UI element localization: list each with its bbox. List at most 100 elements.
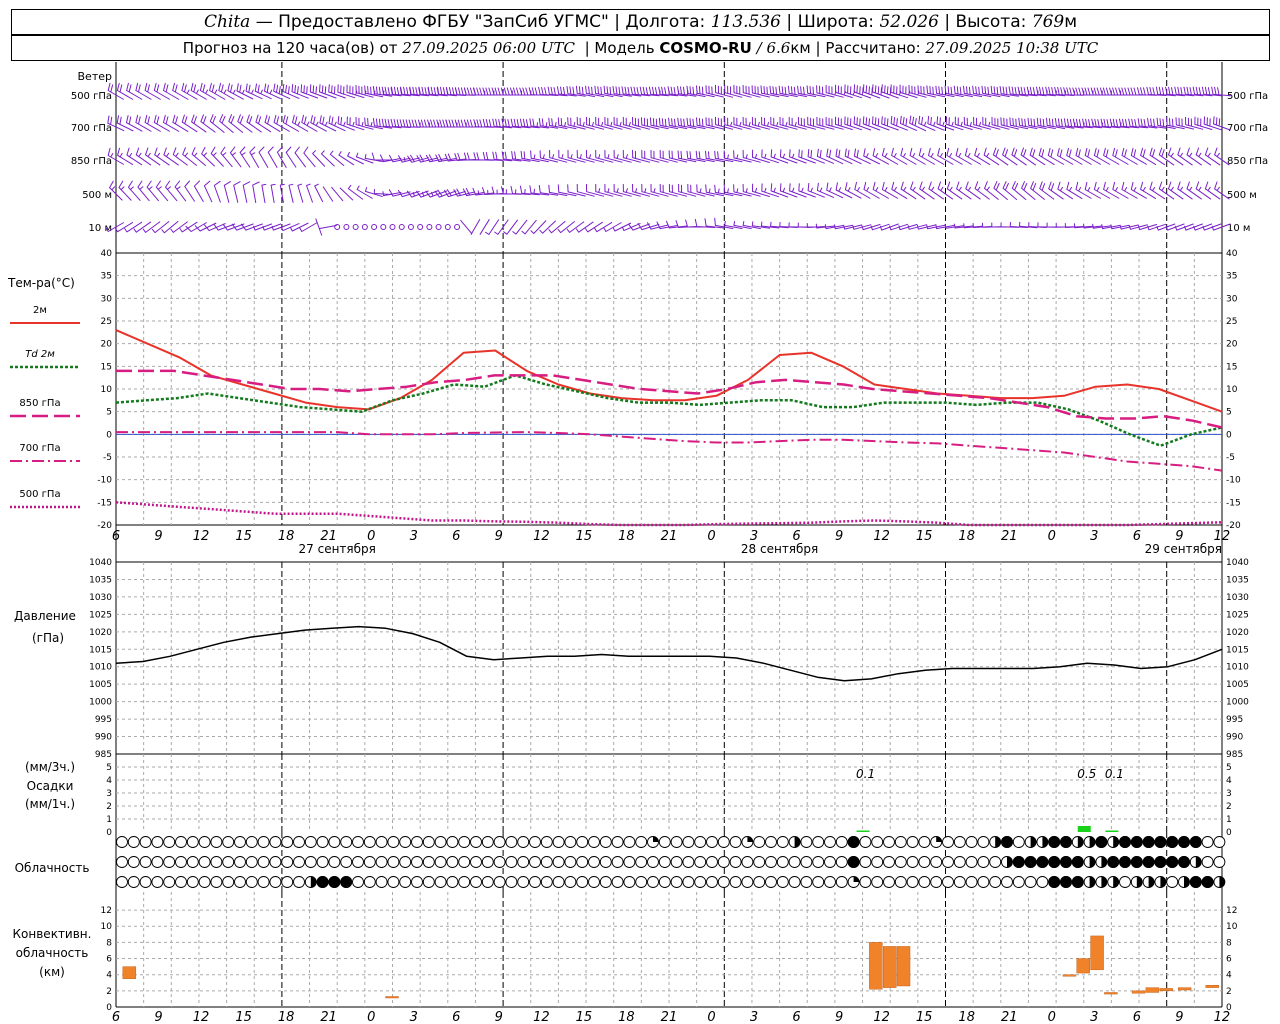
- cloud-symbol: [281, 836, 294, 848]
- cloud-symbol: [198, 856, 211, 868]
- cloud-symbol: [493, 836, 506, 848]
- cloud-symbol: [894, 836, 907, 848]
- time-tick-label: 15: [235, 529, 252, 544]
- cloud-symbol-fill: [1007, 856, 1013, 868]
- pressure-tick-label-right: 1000: [1226, 698, 1249, 708]
- cloud-symbol: [446, 876, 459, 888]
- cloud-symbol: [682, 876, 695, 888]
- cloud-symbol: [127, 836, 140, 848]
- wind-barb: [280, 222, 300, 232]
- cloud-symbol: [422, 856, 435, 868]
- convective-bar: [883, 946, 897, 988]
- calm-wind-circle: [361, 224, 368, 230]
- cloud-symbol: [859, 836, 872, 848]
- cloud-symbol: [800, 856, 813, 868]
- cloud-symbol: [175, 876, 187, 888]
- cloud-symbol: [788, 876, 801, 888]
- cloud-symbol: [293, 856, 305, 868]
- cloud-symbol-fill: [1036, 856, 1049, 868]
- cloud-symbol: [186, 876, 199, 888]
- cloud-symbol: [340, 856, 353, 868]
- cloud-symbol: [411, 856, 423, 868]
- time-tick-label-bottom: 15: [235, 1010, 252, 1024]
- cloud-symbol: [139, 836, 152, 848]
- precip-value-label: 0.1: [1105, 767, 1124, 781]
- convective-tick-label-right: 10: [1226, 922, 1238, 932]
- cloud-symbol: [505, 876, 518, 888]
- cloud-symbol: [387, 836, 400, 848]
- cloud-symbol: [883, 836, 895, 848]
- wind-barb: [229, 146, 242, 168]
- cloud-symbol-fill: [1178, 836, 1190, 848]
- wind-barb: [621, 222, 641, 232]
- meteogram: Ветер 500 гПа 500 гПа 700 гПа 700 гПа 850 гПа…: [7, 62, 1268, 1024]
- cloud-symbol: [835, 836, 848, 848]
- cloud-symbol: [139, 856, 152, 868]
- cloud-symbol: [576, 876, 589, 888]
- cloud-symbol: [198, 876, 211, 888]
- cloud-symbol: [493, 876, 506, 888]
- time-tick-label: 12: [533, 529, 550, 544]
- precip-title: Осадки: [27, 779, 74, 793]
- cloud-symbol: [163, 856, 176, 868]
- cloud-symbol-fill: [1042, 836, 1048, 848]
- time-tick-label-bottom: 18: [278, 1010, 295, 1024]
- cloud-symbol: [611, 856, 624, 868]
- wind-barb: [312, 150, 326, 167]
- precip-tick-label: 2: [106, 802, 112, 812]
- time-tick-label-bottom: 21: [320, 1010, 337, 1024]
- cloud-symbol: [1201, 836, 1214, 848]
- precip-bar: [856, 830, 870, 832]
- temp-tick-label: 30: [101, 294, 113, 304]
- wind-barb: [285, 146, 297, 168]
- temp-tick-label-right: 0: [1226, 430, 1232, 440]
- cloud-symbol: [953, 856, 966, 868]
- time-tick-label: 12: [193, 529, 210, 544]
- cloud-symbol: [729, 836, 742, 848]
- time-tick-label: 6: [112, 529, 120, 544]
- temp-tick-label-right: 10: [1226, 385, 1238, 395]
- precip-tick-label: 1: [106, 815, 112, 825]
- calm-wind-circle: [426, 224, 433, 230]
- pressure-tick-label: 1020: [89, 628, 112, 638]
- cloud-symbol: [458, 856, 471, 868]
- pressure-tick-label: 1005: [89, 680, 112, 690]
- cloud-symbol: [824, 856, 836, 868]
- cloud-symbol: [517, 856, 530, 868]
- legend-label: 2м: [33, 305, 47, 316]
- pressure-tick-label: 1010: [89, 663, 112, 673]
- cloud-symbol: [234, 876, 246, 888]
- cloud-symbol: [529, 856, 541, 868]
- time-tick-label: 3: [1090, 529, 1098, 544]
- cloud-symbol: [741, 856, 754, 868]
- cloud-symbol: [564, 856, 577, 868]
- cloud-symbol-fill: [1089, 836, 1096, 848]
- cloud-symbol: [576, 836, 589, 848]
- wind-barb: [118, 180, 132, 201]
- time-tick-label: 15: [576, 529, 593, 544]
- cloud-symbol-fill: [1142, 856, 1155, 868]
- wind-barb: [210, 146, 224, 167]
- cloud-symbol: [647, 856, 659, 868]
- cloud-symbol: [812, 856, 825, 868]
- wind-barb: [270, 183, 276, 203]
- convective-tick-label: 2: [106, 987, 112, 997]
- wind-barb: [233, 181, 241, 203]
- time-tick-label-bottom: 15: [576, 1010, 593, 1024]
- cloud-symbol: [824, 836, 836, 848]
- pressure-tick-label-right: 1010: [1226, 663, 1249, 673]
- precip-tick-label-right: 5: [1226, 763, 1232, 773]
- precip-tick-label: 5: [106, 763, 112, 773]
- pressure-title: Давление: [14, 609, 76, 623]
- temp-tick-label: -10: [97, 476, 112, 486]
- cloud-symbol: [363, 856, 376, 868]
- time-tick-label: 21: [661, 529, 678, 544]
- calm-wind-circle: [352, 224, 359, 230]
- cloud-symbol-fill: [1113, 836, 1119, 848]
- cloud-symbol: [658, 836, 671, 848]
- time-tick-label: 6: [452, 529, 460, 544]
- wind-barb: [213, 180, 221, 203]
- cloud-symbol: [717, 856, 730, 868]
- wind-barb: [261, 183, 267, 203]
- cloud-symbol: [304, 836, 317, 848]
